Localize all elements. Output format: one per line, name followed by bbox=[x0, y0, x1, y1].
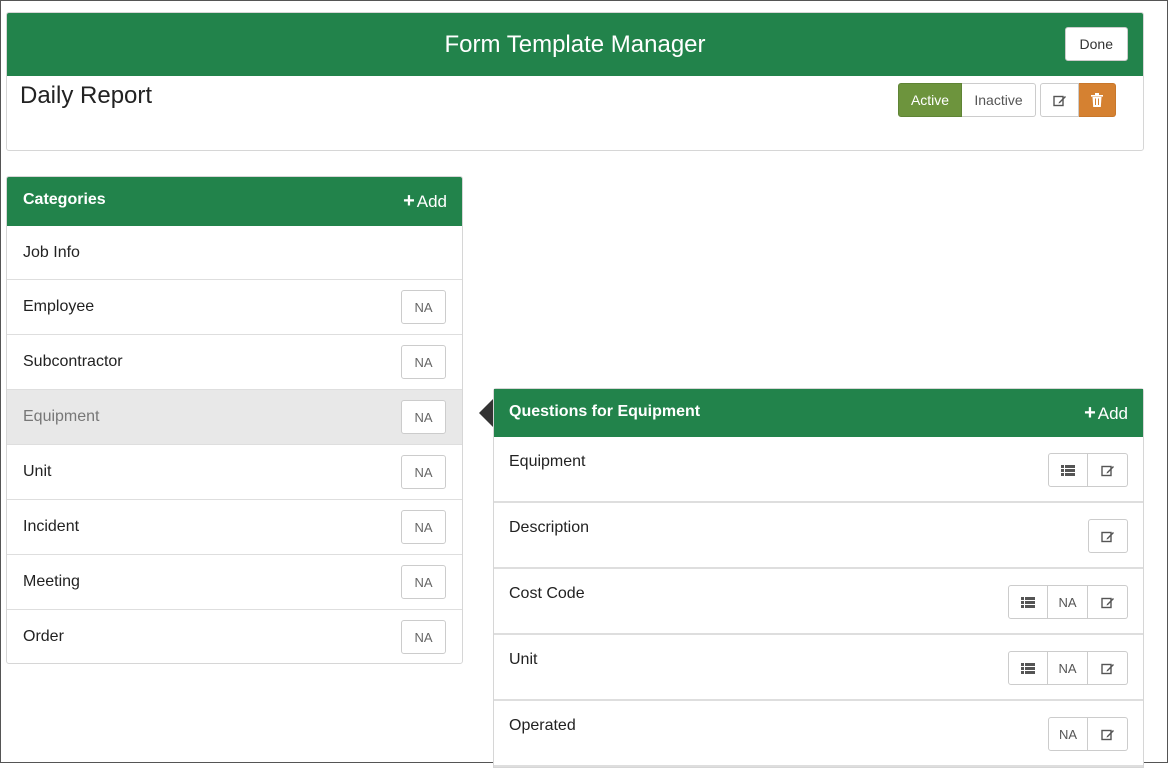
app-header: Form Template Manager Done bbox=[7, 13, 1143, 76]
questions-panel: Questions for Equipment + Add Equipment D… bbox=[493, 388, 1144, 768]
status-toggle: Active Inactive bbox=[898, 83, 1036, 117]
na-button[interactable]: NA bbox=[401, 510, 446, 544]
edit-icon bbox=[1101, 530, 1115, 543]
question-item-operated: Operated NA bbox=[494, 701, 1143, 767]
category-label: Employee bbox=[23, 298, 95, 315]
edit-question-button[interactable] bbox=[1088, 651, 1128, 685]
edit-icon bbox=[1100, 662, 1115, 675]
edit-form-button[interactable] bbox=[1040, 83, 1079, 117]
category-label: Subcontractor bbox=[23, 353, 123, 370]
na-button[interactable]: NA bbox=[401, 345, 446, 379]
edit-question-button[interactable] bbox=[1088, 717, 1128, 751]
done-button[interactable]: Done bbox=[1064, 27, 1128, 61]
question-item-cost-code: Cost Code NA bbox=[494, 569, 1143, 635]
category-label: Job Info bbox=[23, 244, 80, 261]
add-question-button[interactable]: + Add bbox=[1084, 389, 1128, 438]
na-button[interactable]: NA bbox=[1048, 585, 1088, 619]
form-actions bbox=[1040, 83, 1116, 117]
selection-pointer-arrow bbox=[479, 398, 494, 428]
edit-icon bbox=[1100, 728, 1115, 741]
edit-question-button[interactable] bbox=[1088, 453, 1128, 487]
na-button[interactable]: NA bbox=[401, 620, 446, 654]
list-options-button[interactable] bbox=[1008, 651, 1048, 685]
form-name: Daily Report bbox=[20, 82, 153, 109]
edit-question-button[interactable] bbox=[1088, 585, 1128, 619]
question-label: Description bbox=[509, 519, 590, 536]
list-icon bbox=[1061, 464, 1075, 476]
list-icon bbox=[1021, 596, 1035, 608]
add-category-label: Add bbox=[416, 192, 447, 211]
categories-header: Categories + Add bbox=[7, 177, 462, 226]
category-item-incident[interactable]: Incident NA bbox=[7, 499, 462, 554]
question-item-unit: Unit NA bbox=[494, 635, 1143, 701]
question-item-equipment: Equipment bbox=[494, 437, 1143, 503]
edit-icon bbox=[1100, 464, 1115, 477]
question-label: Cost Code bbox=[509, 585, 585, 602]
na-button[interactable]: NA bbox=[1048, 717, 1088, 751]
page-title: Form Template Manager bbox=[444, 31, 706, 58]
na-button[interactable]: NA bbox=[401, 400, 446, 434]
question-actions: NA bbox=[1008, 585, 1128, 619]
category-label: Meeting bbox=[23, 573, 80, 590]
na-button[interactable]: NA bbox=[1048, 651, 1088, 685]
category-item-job-info[interactable]: Job Info bbox=[7, 226, 462, 279]
questions-title: Questions for Equipment bbox=[509, 403, 701, 420]
active-button[interactable]: Active bbox=[898, 83, 962, 117]
question-label: Unit bbox=[509, 651, 538, 668]
category-label: Order bbox=[23, 628, 64, 645]
list-options-button[interactable] bbox=[1008, 585, 1048, 619]
category-label: Incident bbox=[23, 518, 80, 535]
edit-icon bbox=[1100, 596, 1115, 609]
list-icon bbox=[1021, 662, 1035, 674]
question-actions bbox=[1088, 519, 1128, 553]
categories-title: Categories bbox=[23, 191, 106, 208]
category-label: Equipment bbox=[23, 408, 100, 425]
question-actions: NA bbox=[1048, 717, 1128, 751]
trash-icon bbox=[1091, 93, 1103, 107]
category-item-subcontractor[interactable]: Subcontractor NA bbox=[7, 334, 462, 389]
inactive-button[interactable]: Inactive bbox=[962, 83, 1036, 117]
category-item-order[interactable]: Order NA bbox=[7, 609, 462, 663]
na-button[interactable]: NA bbox=[401, 290, 446, 324]
category-item-unit[interactable]: Unit NA bbox=[7, 444, 462, 499]
categories-panel: Categories + Add Job Info Employee NA Sub… bbox=[6, 176, 463, 664]
question-actions bbox=[1048, 453, 1128, 487]
delete-form-button[interactable] bbox=[1079, 83, 1116, 117]
question-item-description: Description bbox=[494, 503, 1143, 569]
category-item-meeting[interactable]: Meeting NA bbox=[7, 554, 462, 609]
category-item-employee[interactable]: Employee NA bbox=[7, 279, 462, 334]
plus-icon: + bbox=[1084, 402, 1096, 424]
form-template-panel: Form Template Manager Done bbox=[6, 12, 1144, 151]
add-category-button[interactable]: + Add bbox=[403, 177, 447, 226]
plus-icon: + bbox=[403, 190, 415, 212]
question-actions: NA bbox=[1008, 651, 1128, 685]
edit-icon bbox=[1052, 94, 1067, 107]
list-options-button[interactable] bbox=[1048, 453, 1088, 487]
question-label: Equipment bbox=[509, 453, 586, 470]
na-button[interactable]: NA bbox=[401, 455, 446, 489]
category-list: Job Info Employee NA Subcontractor NA Eq… bbox=[7, 226, 462, 663]
edit-question-button[interactable] bbox=[1088, 519, 1128, 553]
category-label: Unit bbox=[23, 463, 52, 480]
na-button[interactable]: NA bbox=[401, 565, 446, 599]
questions-header: Questions for Equipment + Add bbox=[494, 389, 1143, 437]
category-item-equipment[interactable]: Equipment NA bbox=[7, 389, 462, 444]
question-label: Operated bbox=[509, 717, 576, 734]
add-question-label: Add bbox=[1097, 404, 1128, 423]
